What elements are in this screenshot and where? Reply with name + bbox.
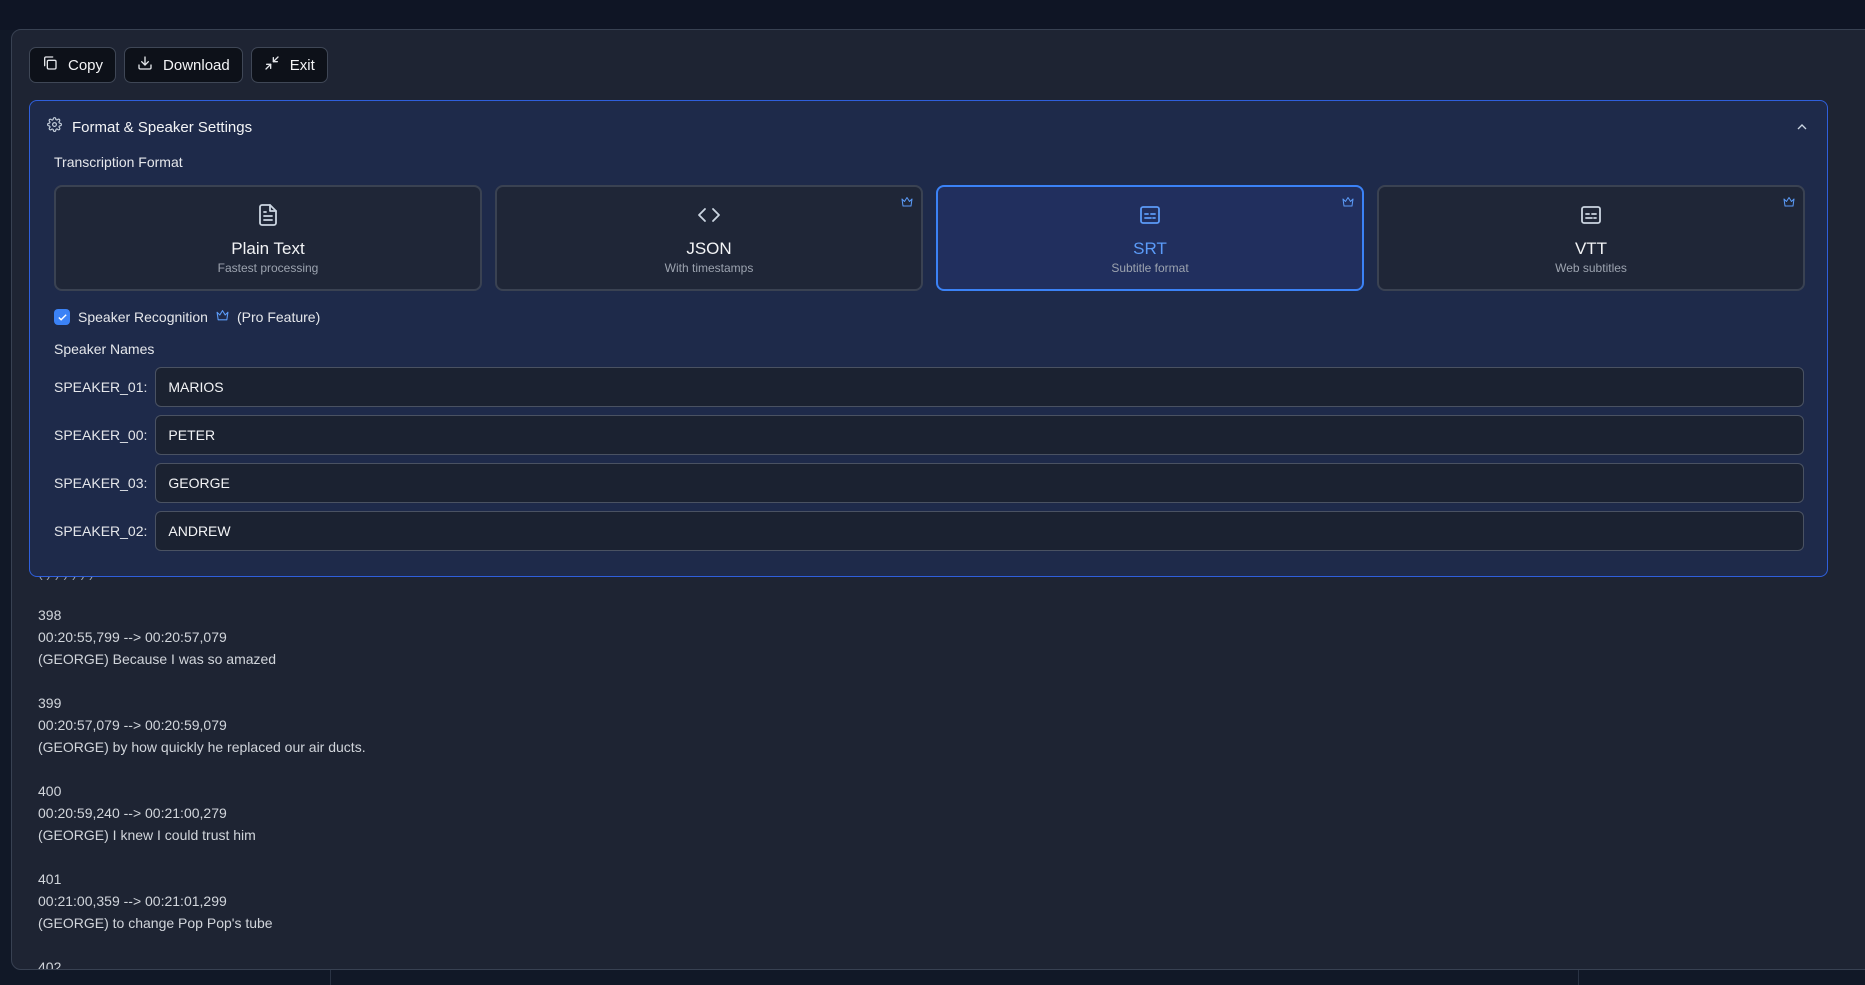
crown-icon [1342, 195, 1354, 213]
transcript-cue: 399 00:20:57,079 --> 00:20:59,079 (GEORG… [38, 692, 366, 758]
speaker-row: SPEAKER_02: [54, 511, 1804, 551]
crown-icon [216, 309, 229, 325]
speaker-recognition-label: Speaker Recognition [78, 309, 208, 325]
settings-title: Format & Speaker Settings [72, 118, 253, 136]
transcript-fullscreen-panel: ( ) ) ) ) ) ) 398 00:20:55,799 --> 00:20… [11, 29, 1865, 970]
download-icon [137, 55, 153, 75]
cue-time: 00:20:59,240 --> 00:21:00,279 [38, 805, 227, 821]
format-name: JSON [686, 239, 732, 258]
format-desc: Subtitle format [1111, 261, 1189, 275]
cue-text: (GEORGE) I knew I could trust him [38, 827, 256, 843]
background-divider [1578, 968, 1579, 985]
copy-button[interactable]: Copy [29, 47, 117, 83]
toolbar: Copy Download Exit [29, 47, 328, 83]
format-speaker-settings-panel: Format & Speaker Settings Transcription … [29, 100, 1828, 577]
cue-time: 00:21:00,359 --> 00:21:01,299 [38, 893, 227, 909]
speaker-names-list: SPEAKER_01: SPEAKER_00: SPEAKER_03: SPEA… [54, 367, 1804, 559]
settings-header[interactable]: Format & Speaker Settings [30, 101, 1827, 153]
cue-time: 00:20:55,799 --> 00:20:57,079 [38, 629, 227, 645]
format-option-json[interactable]: JSON With timestamps [495, 185, 923, 291]
transcript-cue: 398 00:20:55,799 --> 00:20:57,079 (GEORG… [38, 604, 276, 670]
speaker-name-input[interactable] [155, 463, 1804, 503]
file-text-icon [256, 203, 280, 232]
exit-label: Exit [289, 56, 315, 74]
download-button[interactable]: Download [124, 47, 243, 83]
speaker-name-input[interactable] [155, 415, 1804, 455]
format-name: VTT [1574, 239, 1608, 258]
speaker-id-label: SPEAKER_03: [54, 475, 148, 491]
speaker-recognition-toggle[interactable]: Speaker Recognition (Pro Feature) [54, 309, 320, 325]
cue-index: 402 [38, 959, 62, 970]
speaker-row: SPEAKER_03: [54, 463, 1804, 503]
speaker-names-label: Speaker Names [54, 341, 155, 357]
cue-index: 398 [38, 607, 62, 623]
code-icon [697, 203, 721, 232]
transcript-cue: 400 00:20:59,240 --> 00:21:00,279 (GEORG… [38, 780, 256, 846]
minimize-icon [264, 55, 280, 75]
crown-icon [901, 195, 913, 213]
speaker-id-label: SPEAKER_01: [54, 379, 148, 395]
format-option-vtt[interactable]: VTT Web subtitles [1377, 185, 1805, 291]
cue-text: (GEORGE) to change Pop Pop's tube [38, 915, 273, 931]
background-header [0, 0, 1865, 30]
exit-fullscreen-button[interactable]: Exit [250, 47, 328, 83]
cue-text: (GEORGE) Because I was so amazed [38, 651, 277, 667]
format-desc: With timestamps [664, 261, 754, 275]
cue-index: 401 [38, 871, 62, 887]
format-name: SRT [1133, 239, 1167, 258]
speaker-name-input[interactable] [155, 511, 1804, 551]
speaker-name-input[interactable] [155, 367, 1804, 407]
transcript-cue: 402 [38, 956, 62, 970]
speaker-recognition-checkbox[interactable] [54, 309, 70, 325]
format-name: Plain Text [231, 239, 305, 258]
gear-icon [47, 117, 62, 137]
cue-index: 399 [38, 695, 62, 711]
download-label: Download [163, 56, 230, 74]
copy-label: Copy [68, 56, 104, 74]
format-option-srt[interactable]: SRT Subtitle format [936, 185, 1364, 291]
subtitles-icon [1138, 203, 1162, 232]
pro-feature-note: (Pro Feature) [236, 309, 321, 325]
format-desc: Fastest processing [217, 261, 319, 275]
cue-time: 00:20:57,079 --> 00:20:59,079 [38, 717, 227, 733]
speaker-row: SPEAKER_00: [54, 415, 1804, 455]
transcript-cue: 401 00:21:00,359 --> 00:21:01,299 (GEORG… [38, 868, 273, 934]
format-option-plain-text[interactable]: Plain Text Fastest processing [54, 185, 482, 291]
cue-index: 400 [38, 783, 62, 799]
format-desc: Web subtitles [1555, 261, 1627, 275]
speaker-row: SPEAKER_01: [54, 367, 1804, 407]
transcription-format-label: Transcription Format [54, 154, 183, 170]
chevron-up-icon[interactable] [1794, 119, 1810, 135]
format-options: Plain Text Fastest processing JSON With … [54, 185, 1805, 291]
copy-icon [42, 55, 58, 75]
speaker-id-label: SPEAKER_00: [54, 427, 148, 443]
crown-icon [1783, 195, 1795, 213]
speaker-id-label: SPEAKER_02: [54, 523, 148, 539]
background-divider [330, 968, 331, 985]
cue-text: (GEORGE) by how quickly he replaced our … [38, 739, 366, 755]
subtitles-icon [1579, 203, 1603, 232]
